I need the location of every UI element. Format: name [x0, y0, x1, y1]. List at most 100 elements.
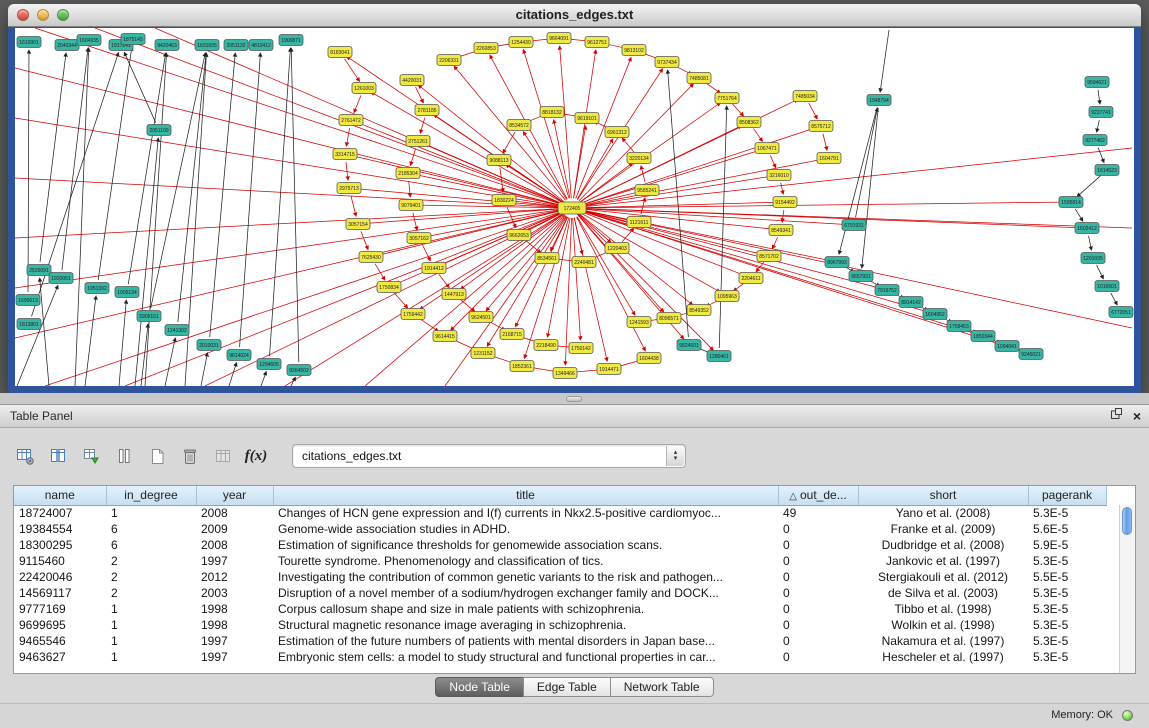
table-cell[interactable]: 5.3E-5 — [1028, 601, 1106, 617]
table-cell[interactable]: 1 — [106, 505, 196, 521]
graph-node[interactable]: 1241593 — [627, 317, 651, 328]
graph-node[interactable]: 4810412 — [249, 40, 273, 51]
table-cell[interactable]: Corpus callosum shape and size in male p… — [273, 601, 778, 617]
zoom-window-icon[interactable] — [57, 9, 69, 21]
table-cell[interactable]: 1997 — [196, 649, 273, 665]
graph-node[interactable]: 2751261 — [406, 136, 430, 147]
graph-node[interactable]: 9594621 — [1085, 77, 1109, 88]
table-cell[interactable]: 5.3E-5 — [1028, 633, 1106, 649]
table-cell[interactable]: 0 — [778, 585, 858, 601]
graph-node[interactable]: 8575712 — [809, 121, 833, 132]
graph-node[interactable]: 2218490 — [534, 340, 558, 351]
table-cell[interactable]: 9463627 — [14, 649, 106, 665]
table-cell[interactable]: 9115460 — [14, 553, 106, 569]
table-cell[interactable]: 5.5E-5 — [1028, 569, 1106, 585]
graph-node[interactable]: 9824501 — [677, 340, 701, 351]
table-cell[interactable]: 0 — [778, 537, 858, 553]
graph-node[interactable]: 1631605 — [195, 40, 219, 51]
show-columns-icon[interactable] — [47, 444, 69, 468]
table-cell[interactable]: 0 — [778, 569, 858, 585]
table-row[interactable]: 2242004622012Investigating the contribut… — [14, 569, 1106, 585]
graph-node[interactable]: 9619101 — [575, 113, 599, 124]
graph-node[interactable]: 1294605 — [257, 359, 281, 370]
close-panel-icon[interactable]: × — [1133, 405, 1141, 427]
graph-node[interactable]: 8508362 — [737, 117, 761, 128]
column-header-title[interactable]: title — [273, 486, 778, 505]
graph-node[interactable]: 2761472 — [339, 115, 363, 126]
graph-node[interactable]: 1604952 — [923, 309, 947, 320]
column-chooser-icon[interactable] — [113, 444, 135, 468]
graph-node[interactable]: 6961312 — [605, 127, 629, 138]
table-cell[interactable]: Yano et al. (2008) — [858, 505, 1028, 521]
table-cell[interactable]: 5.3E-5 — [1028, 617, 1106, 633]
graph-node[interactable]: 1830224 — [492, 195, 516, 206]
graph-node[interactable]: 1280461 — [707, 351, 731, 362]
window-titlebar[interactable]: citations_edges.txt — [8, 4, 1141, 27]
table-cell[interactable]: 1 — [106, 649, 196, 665]
graph-node[interactable]: 3057154 — [346, 219, 370, 230]
graph-node[interactable]: 1220403 — [605, 243, 629, 254]
graph-node[interactable]: 1948794 — [867, 95, 891, 106]
delete-rows-icon[interactable] — [179, 444, 201, 468]
graph-node[interactable]: 2051132 — [224, 40, 248, 51]
table-cell[interactable]: 5.3E-5 — [1028, 585, 1106, 601]
tab-node-table[interactable]: Node Table — [435, 677, 524, 697]
graph-node[interactable]: 8183041 — [328, 47, 352, 58]
table-scrollbar[interactable] — [1119, 505, 1135, 673]
table-cell[interactable]: 2008 — [196, 537, 273, 553]
graph-node[interactable]: 2010031 — [197, 340, 221, 351]
graph-node[interactable]: 1595814 — [1059, 197, 1083, 208]
table-cell[interactable]: Jankovic et al. (1997) — [858, 553, 1028, 569]
merge-tables-icon[interactable] — [212, 444, 234, 468]
table-cell[interactable]: 18724007 — [14, 505, 106, 521]
network-canvas[interactable]: 1619901204034416049351917241187514594204… — [15, 28, 1134, 386]
graph-node[interactable]: 1619901 — [17, 37, 41, 48]
table-cell[interactable]: 5.3E-5 — [1028, 553, 1106, 569]
graph-node[interactable]: 8914142 — [899, 297, 923, 308]
table-cell[interactable]: 5.6E-5 — [1028, 521, 1106, 537]
graph-node[interactable]: 1254430 — [509, 37, 533, 48]
table-cell[interactable]: 0 — [778, 649, 858, 665]
graph-node[interactable]: 8534561 — [535, 253, 559, 264]
graph-node[interactable]: 1695613 — [16, 295, 40, 306]
table-cell[interactable]: 1 — [106, 617, 196, 633]
graph-node[interactable]: 1201035 — [1081, 253, 1105, 264]
graph-node[interactable]: 9657931 — [849, 271, 873, 282]
divider-grip-icon[interactable] — [566, 396, 582, 402]
minimize-window-icon[interactable] — [37, 9, 49, 21]
graph-node[interactable]: 6772051 — [1109, 307, 1133, 318]
graph-node[interactable]: 1900871 — [279, 35, 303, 46]
column-header-pagerank[interactable]: pagerank — [1028, 486, 1106, 505]
column-header-in-degree[interactable]: in_degree — [106, 486, 196, 505]
graph-node[interactable]: 9813102 — [622, 45, 646, 56]
table-cell[interactable]: 5.3E-5 — [1028, 505, 1106, 521]
graph-node[interactable]: 1241302 — [165, 325, 189, 336]
graph-node[interactable]: 3220134 — [627, 153, 651, 164]
graph-node[interactable]: 1905134 — [115, 287, 139, 298]
graph-node[interactable]: 7919752 — [875, 285, 899, 296]
graph-node[interactable]: 2051100 — [147, 125, 171, 136]
graph-node[interactable]: 7485034 — [793, 91, 817, 102]
table-row[interactable]: 946362711997Embryonic stem cells: a mode… — [14, 649, 1106, 665]
graph-node[interactable]: 1750834 — [377, 282, 401, 293]
table-cell[interactable]: 1998 — [196, 617, 273, 633]
table-cell[interactable]: 2003 — [196, 585, 273, 601]
graph-node[interactable]: 2185304 — [396, 168, 420, 179]
graph-node[interactable]: 1349466 — [553, 368, 577, 379]
table-cell[interactable]: Stergiakouli et al. (2012) — [858, 569, 1028, 585]
graph-node[interactable]: 9585241 — [635, 185, 659, 196]
graph-node[interactable]: 1231152 — [471, 348, 495, 359]
scrollbar-thumb[interactable] — [1122, 507, 1132, 535]
graph-node[interactable]: 9277482 — [1083, 135, 1107, 146]
graph-node[interactable]: 9420463 — [155, 40, 179, 51]
table-cell[interactable]: 6 — [106, 521, 196, 537]
column-header-year[interactable]: year — [196, 486, 273, 505]
graph-node[interactable]: 9614415 — [433, 331, 457, 342]
table-cell[interactable]: 9699695 — [14, 617, 106, 633]
table-cell[interactable]: 0 — [778, 521, 858, 537]
table-cell[interactable]: 0 — [778, 617, 858, 633]
table-cell[interactable]: 1998 — [196, 601, 273, 617]
split-divider[interactable] — [0, 393, 1149, 404]
graph-node[interactable]: 1121611 — [627, 217, 651, 228]
graph-node[interactable]: 9614024 — [227, 350, 251, 361]
